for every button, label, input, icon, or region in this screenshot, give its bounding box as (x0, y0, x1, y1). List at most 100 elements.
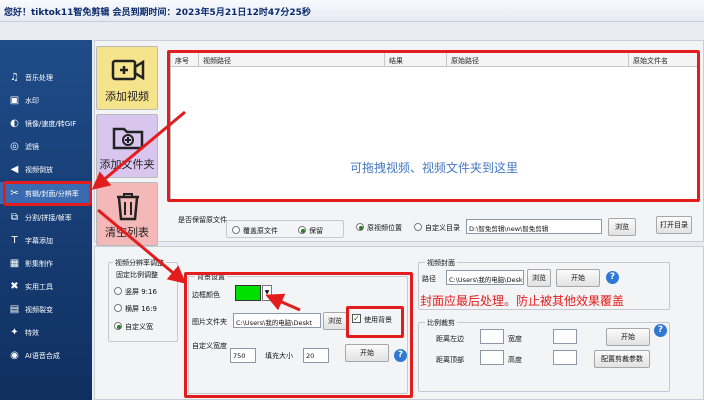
music-icon: ♫ (10, 72, 19, 83)
image-folder-field[interactable]: C:\Users\我的电脑\Deskt (233, 313, 321, 328)
crop-top-field[interactable] (480, 350, 504, 365)
crop-top-label: 距离顶部 (436, 356, 464, 364)
crop-left-field[interactable] (480, 329, 504, 344)
border-color-swatch[interactable] (235, 285, 261, 301)
sidebar-selection-highlight (3, 181, 92, 206)
crop-title: 比例裁剪 (425, 318, 457, 328)
filter-icon: ◎ (10, 141, 19, 152)
cover-help-icon[interactable]: ? (606, 271, 619, 284)
column-header-original-path: 原始路径 (451, 57, 479, 65)
cover-path-field[interactable]: C:\Users\我的电脑\Deskt (446, 270, 524, 285)
sidebar-item-label: 影集制作 (25, 260, 53, 268)
crop-start-button[interactable]: 开始 (606, 328, 650, 346)
sidebar-item-label: 镜像/速度/转GIF (25, 120, 77, 128)
custom-width-title: 自定义宽度 (192, 342, 227, 350)
portrait-label: 竖屏 9:16 (125, 288, 157, 296)
sidebar-item-split[interactable]: ⧉ 分割/拼接/帧率 (0, 206, 92, 228)
sidebar-item-label: 特效 (25, 329, 39, 337)
overwrite-source-label: 覆盖原文件 (243, 227, 278, 235)
custom-directory-label: 自定义目录 (425, 224, 460, 232)
watermark-icon: ▣ (9, 95, 20, 106)
use-background-checkbox[interactable]: ✓ (352, 314, 361, 323)
sidebar-item-filter[interactable]: ◎ 滤镜 (0, 135, 92, 157)
output-browse-button[interactable]: 浏览 (608, 218, 636, 236)
ai-voice-icon: ◉ (10, 350, 19, 361)
crop-left-label: 距离左边 (436, 335, 464, 343)
radio-original-location[interactable] (356, 223, 364, 231)
sidebar-item-label: 实用工具 (25, 283, 53, 291)
mirror-icon: ◐ (10, 118, 19, 129)
folder-add-icon (112, 127, 144, 150)
video-camera-icon (111, 59, 145, 81)
column-header-video-path: 视频路径 (203, 57, 231, 65)
radio-custom-width[interactable] (114, 322, 122, 330)
album-icon: ▦ (9, 258, 20, 269)
file-table[interactable]: 序号 视频路径 结果 原始路径 原始文件名 可拖拽视频、视频文件夹到这里 (170, 52, 698, 202)
fission-icon: ▤ (9, 304, 20, 315)
sidebar-item-label: 水印 (25, 97, 39, 105)
add-folder-button[interactable]: 添加文件夹 (96, 114, 158, 178)
add-folder-label: 添加文件夹 (99, 158, 155, 171)
crop-params-button[interactable]: 配置剪裁参数 (594, 350, 650, 368)
window-title: 您好！tiktok11智免剪辑 会员到期时间：2023年5月21日12时47分2… (4, 8, 311, 18)
background-start-button[interactable]: 开始 (345, 344, 389, 362)
use-background-label: 使用背景 (364, 316, 392, 324)
sidebar-item-music[interactable]: ♫ 音乐处理 (0, 66, 92, 88)
split-icon: ⧉ (10, 212, 19, 223)
sidebar-item-label: 分割/拼接/帧率 (25, 214, 72, 222)
landscape-label: 横屏 16:9 (125, 305, 157, 313)
crop-width-label: 宽度 (508, 335, 522, 343)
sidebar-item-fission[interactable]: ▤ 视频裂变 (0, 298, 92, 320)
sidebar-item-album[interactable]: ▦ 影集制作 (0, 252, 92, 274)
crop-height-field[interactable] (553, 350, 577, 365)
background-group: 背景设置 (188, 272, 408, 394)
sidebar-item-ai-voice[interactable]: ◉ AI语音合成 (0, 344, 92, 366)
radio-portrait[interactable] (114, 287, 122, 295)
column-header-result: 结果 (389, 57, 403, 65)
radio-custom-directory[interactable] (414, 223, 422, 231)
drop-hint: 可拖拽视频、视频文件夹到这里 (349, 161, 518, 175)
clear-list-button[interactable]: 清空列表 (96, 182, 158, 246)
column-header-index: 序号 (175, 57, 189, 65)
cover-browse-button[interactable]: 浏览 (527, 269, 551, 287)
cover-title: 视频封面 (425, 258, 457, 268)
sidebar-item-watermark[interactable]: ▣ 水印 (0, 89, 92, 111)
radio-keep-source[interactable] (298, 226, 306, 234)
background-help-icon[interactable]: ? (394, 349, 407, 362)
fill-size-field[interactable]: 20 (303, 348, 329, 363)
sidebar-item-reverse[interactable]: ◀ 视频倒放 (0, 158, 92, 180)
sidebar-item-effects[interactable]: ✦ 特效 (0, 321, 92, 343)
sidebar-item-label: 视频倒放 (25, 166, 53, 174)
border-color-label: 边框颜色 (192, 291, 220, 299)
resolution-title: 视频分辨率调整 (113, 258, 166, 268)
cover-path-label: 路径 (422, 275, 436, 283)
cover-annotation: 封面应最后处理。防止被其他效果覆盖 (420, 294, 625, 308)
sidebar-item-subtitle[interactable]: T 字幕添加 (0, 229, 92, 251)
sidebar-item-tools[interactable]: ✖ 实用工具 (0, 275, 92, 297)
crop-help-icon[interactable]: ? (654, 324, 667, 337)
radio-landscape[interactable] (114, 304, 122, 312)
effects-icon: ✦ (10, 327, 19, 338)
tools-icon: ✖ (10, 281, 19, 292)
fill-size-label: 填充大小 (265, 352, 293, 360)
add-video-label: 添加视频 (105, 90, 149, 103)
subtitle-icon: T (11, 235, 18, 246)
crop-width-field[interactable] (553, 329, 577, 344)
sidebar-item-mirror[interactable]: ◐ 镜像/速度/转GIF (0, 112, 92, 134)
open-directory-button[interactable]: 打开目录 (656, 216, 692, 234)
background-title: 背景设置 (195, 272, 227, 282)
sidebar: ♫ 音乐处理 ▣ 水印 ◐ 镜像/速度/转GIF ◎ 滤镜 ◀ 视频倒放 ✂ 剪… (0, 40, 92, 400)
image-folder-browse-button[interactable]: 浏览 (323, 312, 347, 330)
radio-overwrite-source[interactable] (232, 226, 240, 234)
cover-start-button[interactable]: 开始 (556, 269, 600, 287)
title-bar: 您好！tiktok11智免剪辑 会员到期时间：2023年5月21日12时47分2… (0, 0, 704, 22)
sidebar-item-label: 音乐处理 (25, 74, 53, 82)
column-header-original-filename: 原始文件名 (633, 57, 668, 65)
sidebar-item-label: AI语音合成 (25, 352, 60, 360)
custom-width-field[interactable]: 750 (230, 348, 256, 363)
custom-width-label: 自定义宽 (125, 323, 153, 331)
trash-icon (117, 193, 139, 221)
output-path-field[interactable]: D:\智免剪辑\new\智免剪辑 (466, 219, 602, 234)
color-dropdown-icon[interactable]: ▼ (262, 285, 272, 301)
add-video-button[interactable]: 添加视频 (96, 46, 158, 110)
